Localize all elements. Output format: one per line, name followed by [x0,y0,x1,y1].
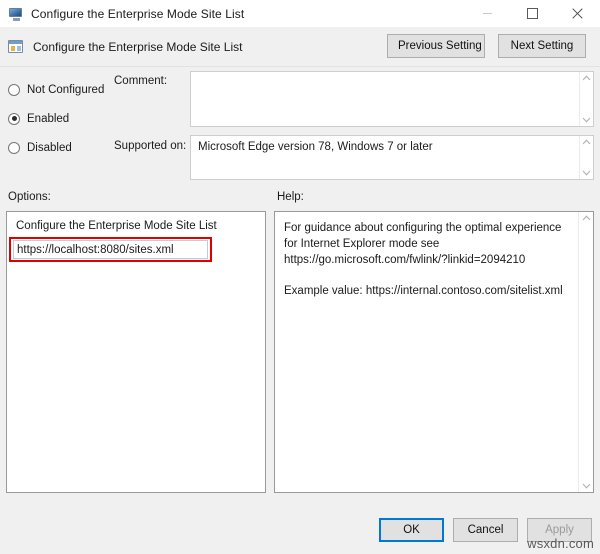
title-bar: Configure the Enterprise Mode Site List [0,0,600,27]
chevron-down-icon [582,170,591,176]
chevron-down-icon [582,117,591,123]
supported-on-label: Supported on: [114,140,187,152]
state-and-metadata-section: Not Configured Enabled Disabled Comment: [0,67,600,185]
policy-state-radio-group: Not Configured Enabled Disabled [8,78,116,165]
cancel-button[interactable]: Cancel [453,518,518,542]
help-paragraph-2: Example value: https://internal.contoso.… [284,285,563,297]
supported-on-scrollbar[interactable] [579,136,593,179]
chevron-down-icon [582,483,590,489]
radio-not-configured[interactable]: Not Configured [8,78,116,101]
minimize-icon [483,13,492,14]
comment-value[interactable] [191,72,579,126]
site-list-url-input[interactable] [13,240,208,259]
close-icon [572,8,583,19]
radio-disabled-indicator[interactable] [8,141,20,154]
chevron-up-icon [582,75,591,81]
monitor-icon [8,6,24,22]
radio-enabled[interactable]: Enabled [8,107,116,130]
close-button[interactable] [555,0,600,27]
panel-labels: Options: Help: [0,185,600,211]
help-panel: For guidance about configuring the optim… [274,211,594,493]
window-title: Configure the Enterprise Mode Site List [31,6,245,21]
minimize-button[interactable] [465,0,510,27]
radio-not-configured-label: Not Configured [27,83,105,96]
setting-title: Configure the Enterprise Mode Site List [33,39,243,54]
option-setting-label: Configure the Enterprise Mode Site List [16,220,217,232]
chevron-up-icon [582,139,591,145]
comment-label: Comment: [114,75,168,87]
help-paragraph-1: For guidance about configuring the optim… [284,222,562,266]
maximize-button[interactable] [510,0,555,27]
setting-header: Configure the Enterprise Mode Site List … [0,27,600,67]
help-label: Help: [277,191,304,203]
window-controls [465,0,600,27]
maximize-icon [527,8,538,19]
next-setting-button[interactable]: Next Setting [498,34,586,58]
options-label: Options: [8,191,51,203]
help-text: For guidance about configuring the optim… [275,212,578,492]
supported-on-textbox: Microsoft Edge version 78, Windows 7 or … [190,135,594,180]
dialog-footer: OK Cancel Apply wsxdn.com [0,504,600,554]
group-policy-setting-icon [8,39,25,55]
footer-buttons: OK Cancel Apply [379,518,592,542]
options-panel: Configure the Enterprise Mode Site List [6,211,266,493]
setting-navigation: Previous Setting Next Setting [387,34,586,58]
panels-container: Configure the Enterprise Mode Site List … [0,211,600,504]
supported-on-value: Microsoft Edge version 78, Windows 7 or … [198,141,433,153]
ok-button[interactable]: OK [379,518,444,542]
help-scrollbar[interactable] [578,212,593,492]
radio-not-configured-indicator[interactable] [8,83,20,96]
radio-enabled-label: Enabled [27,112,70,125]
comment-scrollbar[interactable] [579,72,593,126]
apply-button[interactable]: Apply [527,518,592,542]
radio-disabled[interactable]: Disabled [8,136,116,159]
chevron-up-icon [582,215,590,221]
previous-setting-button[interactable]: Previous Setting [387,34,485,58]
comment-textbox[interactable] [190,71,594,127]
group-policy-setting-dialog: Configure the Enterprise Mode Site List [0,0,600,554]
radio-disabled-label: Disabled [27,141,72,154]
radio-enabled-indicator[interactable] [8,112,20,125]
